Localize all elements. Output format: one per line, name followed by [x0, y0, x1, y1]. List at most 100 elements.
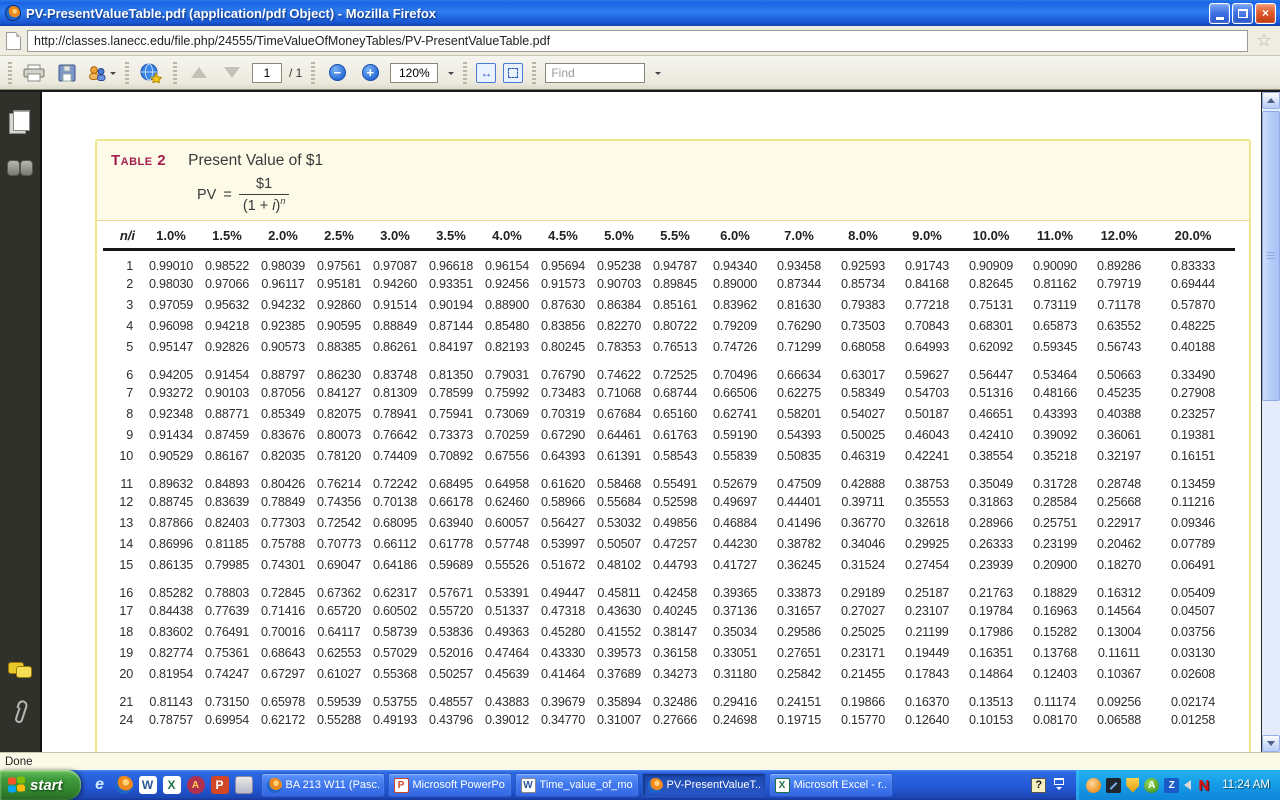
- z-icon[interactable]: Z: [1164, 778, 1179, 793]
- url-input[interactable]: [27, 30, 1248, 52]
- previous-page-button[interactable]: [186, 60, 212, 86]
- bookmark-star-icon[interactable]: ☆: [1254, 31, 1274, 51]
- access-icon[interactable]: A: [187, 776, 205, 794]
- task-button-powerpoint[interactable]: P Microsoft PowerPo...: [388, 773, 512, 797]
- pv-factor-cell: 0.58201: [767, 403, 831, 424]
- pv-factor-cell: 0.77639: [199, 600, 255, 621]
- pv-factor-cell: 0.43393: [1023, 403, 1087, 424]
- pv-factor-cell: 0.92860: [311, 294, 367, 315]
- volume-icon[interactable]: [1184, 780, 1191, 790]
- pv-factor-cell: 0.88771: [199, 403, 255, 424]
- period-cell: 1: [103, 250, 143, 274]
- pv-factor-cell: 0.20900: [1023, 554, 1087, 575]
- scrollbar-track[interactable]: [1262, 109, 1280, 735]
- pv-factor-cell: 0.32618: [895, 512, 959, 533]
- find-input[interactable]: [545, 63, 645, 83]
- pv-factor-cell: 0.85282: [143, 575, 199, 600]
- save-button[interactable]: [54, 60, 80, 86]
- collaborate-dropdown-caret[interactable]: [110, 72, 116, 78]
- pv-factor-cell: 0.34046: [831, 533, 895, 554]
- page-favicon-icon: [6, 32, 21, 50]
- excel-icon[interactable]: X: [163, 776, 181, 794]
- pv-factor-cell: 0.71299: [767, 336, 831, 357]
- show-desktop-icon[interactable]: [235, 776, 253, 794]
- pv-factor-cell: 0.67556: [479, 445, 535, 466]
- scroll-down-button[interactable]: [1262, 735, 1280, 752]
- search-binoculars-icon[interactable]: [7, 160, 33, 174]
- formula-equals: =: [223, 187, 231, 203]
- zoom-out-button[interactable]: −: [324, 60, 350, 86]
- pv-factor-cell: 0.70259: [479, 424, 535, 445]
- pv-factor-cell: 0.28584: [1023, 491, 1087, 512]
- pv-factor-cell: 0.60057: [479, 512, 535, 533]
- pv-factor-cell: 0.98522: [199, 250, 255, 274]
- status-text: Done: [5, 756, 33, 768]
- zoom-dropdown-caret[interactable]: [448, 72, 454, 78]
- collaborate-button[interactable]: [87, 60, 116, 86]
- fit-width-button[interactable]: ↔: [476, 63, 496, 83]
- next-page-button[interactable]: [219, 60, 245, 86]
- pv-factor-cell: 0.91573: [535, 273, 591, 294]
- minimize-button[interactable]: [1209, 3, 1230, 24]
- fit-page-button[interactable]: [503, 63, 523, 83]
- comments-icon[interactable]: [8, 662, 32, 678]
- scrollbar-thumb[interactable]: [1262, 111, 1280, 401]
- pv-factor-cell: 0.33490: [1151, 357, 1235, 382]
- scroll-up-button[interactable]: [1262, 92, 1280, 109]
- word-icon[interactable]: W: [139, 776, 157, 794]
- start-button[interactable]: start: [0, 770, 81, 800]
- pv-factor-cell: 0.09346: [1151, 512, 1235, 533]
- help-icon[interactable]: ?: [1031, 778, 1046, 793]
- powerpoint-icon[interactable]: P: [211, 776, 229, 794]
- find-dropdown-caret[interactable]: [655, 72, 661, 78]
- pv-factor-cell: 0.39365: [703, 575, 767, 600]
- page-number-input[interactable]: [252, 63, 282, 83]
- pv-factor-cell: 0.75131: [959, 294, 1023, 315]
- pv-factor-cell: 0.93458: [767, 250, 831, 274]
- print-button[interactable]: [21, 60, 47, 86]
- pages-panel-icon[interactable]: [9, 110, 31, 134]
- pv-factor-cell: 0.83748: [367, 357, 423, 382]
- window-outline-icon: [1054, 778, 1064, 785]
- security-shield-icon[interactable]: [1126, 778, 1139, 793]
- messenger-icon[interactable]: [1086, 778, 1101, 793]
- pv-factor-cell: 0.41727: [703, 554, 767, 575]
- zoom-level-select[interactable]: 120%: [390, 63, 438, 83]
- pv-factor-cell: 0.02174: [1151, 684, 1235, 709]
- start-label: start: [30, 777, 63, 794]
- internet-explorer-icon[interactable]: e: [91, 776, 109, 794]
- pv-factor-cell: 0.80245: [535, 336, 591, 357]
- web-upload-button[interactable]: [138, 60, 164, 86]
- table-row: 50.951470.928260.905730.883850.862610.84…: [103, 336, 1235, 357]
- present-value-table: n/i1.0%1.5%2.0%2.5%3.0%3.5%4.0%4.5%5.0%5…: [103, 221, 1235, 730]
- pv-factor-cell: 0.92348: [143, 403, 199, 424]
- pv-factor-cell: 0.65873: [1023, 315, 1087, 336]
- zoom-in-button[interactable]: +: [357, 60, 383, 86]
- vertical-scrollbar[interactable]: [1261, 92, 1280, 752]
- pv-factor-cell: 0.46884: [703, 512, 767, 533]
- green-a-icon[interactable]: A: [1144, 778, 1159, 793]
- table-row: 40.960980.942180.923850.905950.888490.87…: [103, 315, 1235, 336]
- firefox-icon[interactable]: [115, 776, 133, 794]
- pv-factor-cell: 0.47464: [479, 642, 535, 663]
- pv-factor-cell: 0.50663: [1087, 357, 1151, 382]
- pv-factor-cell: 0.06491: [1151, 554, 1235, 575]
- pv-factor-cell: 0.27454: [895, 554, 959, 575]
- pv-factor-cell: 0.64186: [367, 554, 423, 575]
- task-button-word-doc[interactable]: W Time_value_of_mo...: [515, 773, 639, 797]
- task-button-ba213[interactable]: BA 213 W11 (Pasc...: [261, 773, 385, 797]
- task-button-excel[interactable]: X Microsoft Excel - r...: [769, 773, 893, 797]
- task-button-pv-pdf[interactable]: PV-PresentValueT...: [642, 773, 766, 797]
- column-header: 1.0%: [143, 221, 199, 250]
- pv-factor-cell: 0.61620: [535, 466, 591, 491]
- hide-icons-chevron[interactable]: [1054, 778, 1064, 793]
- attachments-paperclip-icon[interactable]: [10, 700, 30, 726]
- wrench-icon[interactable]: [1106, 778, 1121, 793]
- pv-factor-cell: 0.28748: [1087, 466, 1151, 491]
- pv-factor-cell: 0.42888: [831, 466, 895, 491]
- restore-button[interactable]: [1232, 3, 1253, 24]
- pv-factor-cell: 0.70843: [895, 315, 959, 336]
- norton-icon[interactable]: N: [1196, 778, 1211, 793]
- window-titlebar[interactable]: PV-PresentValueTable.pdf (application/pd…: [0, 0, 1280, 26]
- close-button[interactable]: ×: [1255, 3, 1276, 24]
